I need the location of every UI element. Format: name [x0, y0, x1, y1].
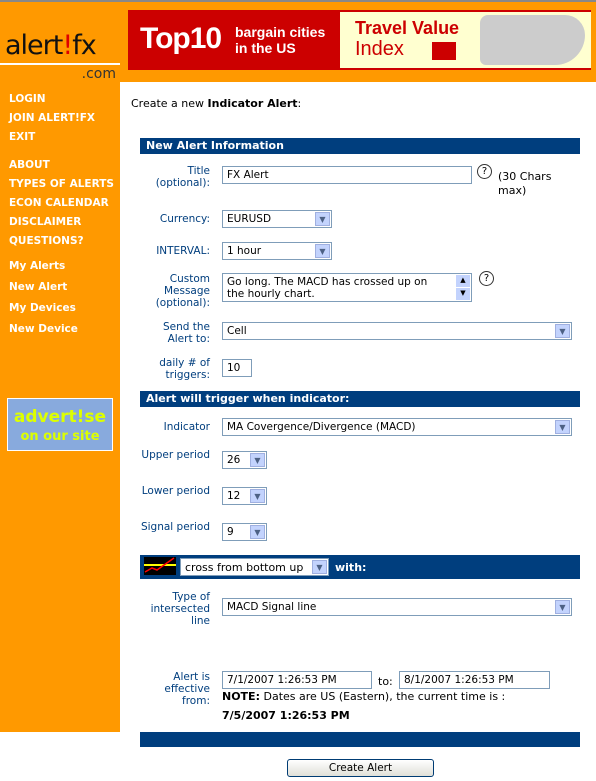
- signal-period-select[interactable]: 9 ▼: [222, 523, 267, 541]
- intro-bold: Indicator Alert: [207, 97, 298, 110]
- nav-join[interactable]: JOIN ALERT!FX: [9, 112, 95, 124]
- triggers-input[interactable]: 10: [222, 359, 252, 377]
- chevron-down-icon: ▼: [312, 560, 327, 574]
- chevron-down-icon: ▼: [555, 420, 570, 434]
- logo-bang: !: [62, 30, 73, 61]
- currency-value: EURUSD: [227, 213, 272, 225]
- banner-travel-value: Travel Value: [355, 18, 460, 38]
- message-textarea[interactable]: Go long. The MACD has crossed up on the …: [222, 273, 472, 302]
- title-label: Title (optional):: [155, 165, 210, 189]
- nav-new-device[interactable]: New Device: [9, 323, 78, 335]
- upper-period-select[interactable]: 26 ▼: [222, 451, 267, 469]
- advertise-text: advert!se: [13, 407, 107, 427]
- message-line2: the hourly chart.: [227, 288, 315, 300]
- chevron-down-icon: ▼: [250, 525, 265, 539]
- ad-banner[interactable]: Top10 bargain cities in the US Travel Val…: [128, 10, 591, 70]
- cross-direction-select[interactable]: cross from bottom up ▼: [180, 558, 329, 576]
- chevron-down-icon: ▼: [555, 600, 570, 614]
- logo[interactable]: alert!fx .com: [0, 2, 120, 82]
- send-to-select[interactable]: Cell ▼: [222, 322, 572, 340]
- banner-sub: bargain cities in the US: [235, 24, 325, 56]
- chevron-down-icon: ▼: [315, 212, 330, 226]
- triggers-label: daily # of triggers:: [159, 357, 210, 381]
- indicator-label: Indicator: [163, 421, 210, 433]
- lower-period-value: 12: [227, 490, 241, 502]
- lower-period-select[interactable]: 12 ▼: [222, 487, 267, 505]
- chevron-down-icon: ▼: [315, 244, 330, 258]
- message-label: Custom Message (optional):: [155, 273, 210, 309]
- to-label: to:: [378, 675, 393, 688]
- logo-divider: [0, 63, 120, 65]
- message-line1: Go long. The MACD has crossed up on: [227, 276, 428, 288]
- note-text: Dates are US (Eastern), the current time…: [259, 690, 506, 703]
- crossing-chart-icon: [144, 557, 176, 575]
- interval-value: 1 hour: [227, 245, 262, 257]
- nav-login[interactable]: LOGIN: [9, 93, 46, 105]
- indicator-value: MA Covergence/Divergence (MACD): [227, 421, 416, 433]
- page-intro: Create a new Indicator Alert:: [131, 97, 301, 110]
- cross-direction-value: cross from bottom up: [185, 561, 304, 574]
- banner-sub2: in the US: [235, 40, 296, 56]
- chevron-down-icon: ▼: [555, 324, 570, 338]
- banner-right: Travel Value Index: [340, 12, 591, 68]
- upper-period-label: Upper period: [141, 449, 210, 461]
- intersect-select[interactable]: MACD Signal line ▼: [222, 598, 572, 616]
- nav-types-of-alerts[interactable]: TYPES OF ALERTS: [9, 178, 114, 190]
- logo-com: .com: [81, 66, 116, 82]
- indicator-select[interactable]: MA Covergence/Divergence (MACD) ▼: [222, 418, 572, 436]
- section-header-trigger: Alert will trigger when indicator:: [140, 391, 580, 407]
- date-note: NOTE: Dates are US (Eastern), the curren…: [222, 690, 562, 703]
- nav-about[interactable]: ABOUT: [9, 159, 50, 171]
- interval-select[interactable]: 1 hour ▼: [222, 242, 332, 260]
- currency-select[interactable]: EURUSD ▼: [222, 210, 332, 228]
- with-label: with:: [335, 561, 367, 574]
- create-alert-button[interactable]: Create Alert: [287, 759, 434, 777]
- signal-period-label: Signal period: [140, 521, 210, 533]
- us-map-image: [480, 15, 585, 65]
- intro-prefix: Create a new: [131, 97, 208, 110]
- logo-text: alert: [5, 30, 63, 61]
- intersect-label: Type of intersected line: [150, 591, 210, 627]
- cross-bar: cross from bottom up ▼ with:: [140, 555, 580, 579]
- scroll-up-icon[interactable]: ▲: [456, 275, 470, 287]
- lower-period-label: Lower period: [141, 485, 210, 497]
- banner-sub1: bargain cities: [235, 24, 326, 40]
- advertise-subtext: on our site: [20, 429, 100, 444]
- nav-questions[interactable]: QUESTIONS?: [9, 235, 84, 247]
- footer-bar: [140, 732, 580, 747]
- note-bold: NOTE:: [222, 690, 260, 703]
- nav-my-alerts[interactable]: My Alerts: [9, 260, 65, 272]
- nav-exit[interactable]: EXIT: [9, 131, 35, 143]
- interval-label: INTERVAL:: [156, 245, 210, 257]
- nav-econ-calendar[interactable]: ECON CALENDAR: [9, 197, 109, 209]
- effective-label: Alert is effective from:: [164, 671, 210, 707]
- suitcase-icon: [432, 42, 456, 60]
- intersect-value: MACD Signal line: [227, 601, 317, 613]
- banner-top10: Top10: [140, 22, 222, 55]
- nav-disclaimer[interactable]: DISCLAIMER: [9, 216, 81, 228]
- nav-my-devices[interactable]: My Devices: [9, 302, 76, 314]
- nav-new-alert[interactable]: New Alert: [9, 281, 67, 293]
- date-from-input[interactable]: 7/1/2007 1:26:53 PM: [222, 671, 372, 689]
- scroll-down-icon[interactable]: ▼: [456, 288, 470, 300]
- date-to-input[interactable]: 8/1/2007 1:26:53 PM: [399, 671, 550, 689]
- signal-period-value: 9: [227, 526, 234, 538]
- chevron-down-icon: ▼: [250, 489, 265, 503]
- send-label: Send the Alert to:: [162, 321, 210, 345]
- chevron-down-icon: ▼: [250, 453, 265, 467]
- advertise-banner[interactable]: advert!se on our site: [7, 398, 113, 451]
- title-note: (30 Chars max): [498, 170, 552, 197]
- title-input[interactable]: FX Alert: [222, 166, 472, 184]
- logo-fx: fx: [72, 30, 97, 61]
- section-header-info: New Alert Information: [140, 138, 580, 154]
- banner-index: Index: [355, 38, 404, 60]
- upper-period-value: 26: [227, 454, 241, 466]
- current-time: 7/5/2007 1:26:53 PM: [222, 709, 350, 722]
- send-to-value: Cell: [227, 325, 247, 337]
- help-icon[interactable]: ?: [479, 271, 494, 286]
- intro-colon: :: [297, 97, 302, 110]
- currency-label: Currency:: [159, 213, 210, 225]
- help-icon[interactable]: ?: [477, 164, 492, 179]
